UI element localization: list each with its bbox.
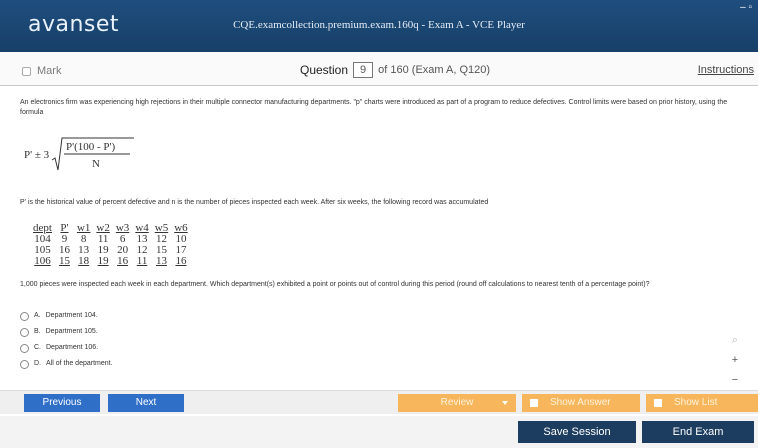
show-list-button[interactable]: Show List bbox=[646, 394, 758, 412]
review-label: Review bbox=[440, 397, 474, 408]
question-explain: P' is the historical value of percent de… bbox=[20, 199, 489, 206]
mark-label: Mark bbox=[37, 65, 62, 77]
zoom-out-icon[interactable]: − bbox=[728, 370, 742, 390]
option-text: Department 104. bbox=[45, 312, 98, 319]
zoom-in-icon[interactable]: + bbox=[728, 350, 742, 370]
title-bar: avanset CQE.examcollection.premium.exam.… bbox=[0, 0, 758, 52]
review-button[interactable]: Review bbox=[398, 394, 516, 412]
question-word: Question bbox=[300, 63, 349, 77]
previous-button[interactable]: Previous bbox=[24, 394, 100, 412]
zoom-controls: ⌕ + − bbox=[728, 330, 742, 390]
option-letter: D. bbox=[34, 360, 41, 367]
option-d[interactable]: D. All of the department. bbox=[20, 356, 113, 372]
table-cell: 16 bbox=[175, 255, 187, 267]
option-letter: A. bbox=[34, 312, 41, 319]
table-cell: 16 bbox=[117, 255, 129, 267]
table-cell: 19 bbox=[97, 255, 109, 267]
sqrt-radical-icon: P'(100 - P') N bbox=[51, 137, 134, 171]
save-session-button[interactable]: Save Session bbox=[518, 421, 636, 443]
radio-icon[interactable] bbox=[20, 311, 29, 321]
answer-options: A. Department 104. B. Department 105. C.… bbox=[20, 308, 113, 372]
navigation-bar: Previous Next Review Show Answer Show Li… bbox=[0, 390, 758, 414]
radio-icon[interactable] bbox=[20, 359, 29, 369]
table-cell: 106 bbox=[34, 255, 51, 267]
option-letter: C. bbox=[34, 344, 41, 351]
action-bar: Save Session End Exam bbox=[0, 416, 758, 448]
question-intro: An electronics firm was experiencing hig… bbox=[20, 99, 728, 116]
option-b[interactable]: B. Department 105. bbox=[20, 324, 113, 340]
formula-numerator: P'(100 - P') bbox=[66, 141, 116, 153]
question-of-text: of 160 (Exam A, Q120) bbox=[378, 64, 491, 76]
table-cell: 11 bbox=[136, 255, 148, 267]
question-prompt: 1,000 pieces were inspected each week in… bbox=[20, 281, 650, 288]
show-list-label: Show List bbox=[674, 397, 718, 408]
question-header: Mark Question 9 of 160 (Exam A, Q120) In… bbox=[0, 52, 758, 86]
search-icon[interactable]: ⌕ bbox=[728, 330, 742, 350]
end-exam-button[interactable]: End Exam bbox=[642, 421, 754, 443]
checkbox-icon[interactable] bbox=[22, 66, 31, 76]
option-letter: B. bbox=[34, 328, 41, 335]
checkbox-icon bbox=[654, 399, 662, 407]
table-cell: 15 bbox=[58, 255, 70, 267]
mark-checkbox[interactable]: Mark bbox=[22, 65, 61, 77]
option-a[interactable]: A. Department 104. bbox=[20, 308, 113, 324]
caret-down-icon bbox=[502, 401, 508, 405]
option-text: Department 106. bbox=[46, 344, 99, 351]
table-row: 106 15 18 19 16 11 13 16 bbox=[30, 256, 191, 267]
checkbox-icon bbox=[530, 399, 538, 407]
formula-denominator: N bbox=[92, 158, 100, 170]
option-text: All of the department. bbox=[46, 360, 113, 367]
radio-icon[interactable] bbox=[20, 327, 29, 337]
table-cell: 18 bbox=[78, 255, 90, 267]
window-controls[interactable]: – ▫ bbox=[740, 2, 752, 13]
radio-icon[interactable] bbox=[20, 343, 29, 353]
instructions-link[interactable]: Instructions bbox=[698, 64, 754, 76]
question-number-input[interactable]: 9 bbox=[353, 62, 374, 78]
option-text: Department 105. bbox=[45, 328, 98, 335]
show-answer-label: Show Answer bbox=[550, 397, 611, 408]
window-title: CQE.examcollection.premium.exam.160q - E… bbox=[233, 19, 525, 31]
next-button[interactable]: Next bbox=[108, 394, 184, 412]
show-answer-button[interactable]: Show Answer bbox=[522, 394, 640, 412]
table-cell: 13 bbox=[155, 255, 167, 267]
control-limit-formula: P' ± 3 P'(100 - P') N bbox=[24, 134, 184, 174]
department-record-table: dept P' w1 w2 w3 w4 w5 w6 104 9 8 11 6 1… bbox=[30, 222, 191, 267]
option-c[interactable]: C. Department 106. bbox=[20, 340, 113, 356]
question-navigator: Question 9 of 160 (Exam A, Q120) bbox=[300, 62, 490, 78]
